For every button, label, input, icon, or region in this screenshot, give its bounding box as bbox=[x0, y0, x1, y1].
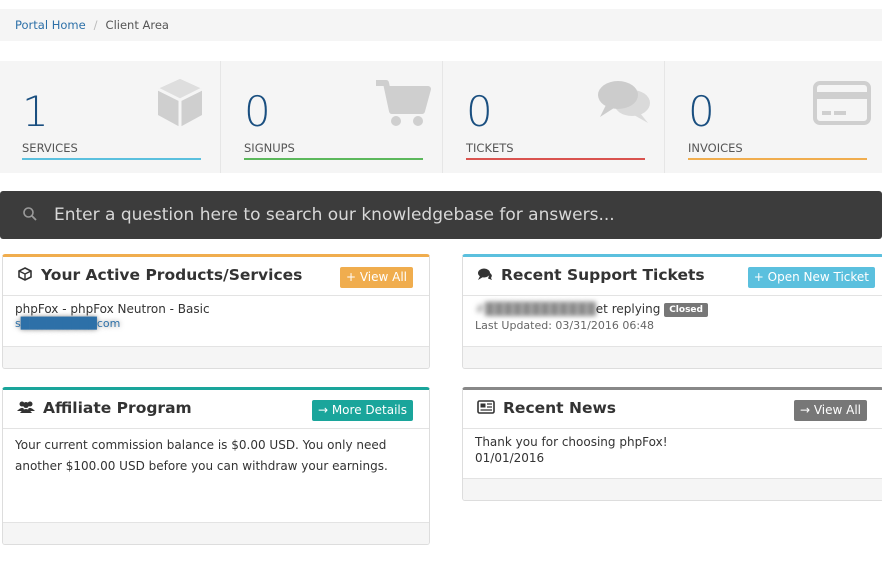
invoices-label: INVOICES bbox=[688, 141, 743, 155]
ticket-subject: et replying bbox=[595, 302, 661, 316]
knowledgebase-search-bar bbox=[0, 191, 882, 239]
panel-footer bbox=[3, 346, 429, 368]
news-list: Thank you for choosing phpFox! 01/01/201… bbox=[463, 428, 882, 478]
panel-title: Recent News bbox=[503, 399, 617, 417]
stat-tile-invoices[interactable]: 0 INVOICES bbox=[666, 61, 882, 173]
news-item-date: 01/01/2016 bbox=[475, 451, 545, 465]
stat-tile-tickets[interactable]: 0 TICKETS bbox=[444, 61, 665, 173]
tickets-label: TICKETS bbox=[466, 141, 514, 155]
view-all-products-button[interactable]: + View All bbox=[339, 267, 413, 288]
signups-label: SIGNUPS bbox=[244, 141, 295, 155]
more-details-button[interactable]: → More Details bbox=[311, 400, 413, 421]
open-new-ticket-button[interactable]: + Open New Ticket bbox=[747, 267, 875, 288]
knowledgebase-search-input[interactable] bbox=[54, 201, 854, 229]
panel-footer bbox=[3, 522, 429, 544]
users-icon bbox=[17, 401, 35, 413]
breadcrumb-current: Client Area bbox=[105, 18, 169, 32]
breadcrumb-separator: / bbox=[93, 18, 98, 32]
ticket-last-updated: Last Updated: 03/31/2016 06:48 bbox=[475, 319, 655, 332]
product-name[interactable]: phpFox - phpFox Neutron - Basic bbox=[15, 302, 417, 316]
panel-header: Recent Support Tickets + Open New Ticket bbox=[463, 257, 882, 295]
services-underline bbox=[22, 158, 201, 160]
cube-icon bbox=[157, 79, 203, 127]
panel-title: Your Active Products/Services bbox=[41, 266, 303, 284]
stat-tile-services[interactable]: 1 SERVICES bbox=[0, 61, 221, 173]
newspaper-icon bbox=[477, 400, 495, 414]
stat-tile-signups[interactable]: 0 SIGNUPS bbox=[222, 61, 443, 173]
stats-row: 1 SERVICES 0 SIGNUPS 0 TICKETS 0 INVOICE… bbox=[0, 61, 882, 173]
breadcrumb: Portal Home / Client Area bbox=[0, 9, 882, 41]
panel-title: Affiliate Program bbox=[43, 399, 192, 417]
credit-card-icon bbox=[813, 81, 871, 125]
product-domain-link[interactable]: s█████████com bbox=[15, 317, 120, 330]
panel-active-products: Your Active Products/Services + View All… bbox=[2, 254, 430, 369]
tickets-list: #████████████et replying Closed Last Upd… bbox=[463, 295, 882, 345]
invoices-count: 0 bbox=[688, 87, 715, 136]
panel-header: Recent News → View All bbox=[463, 390, 882, 428]
cart-icon bbox=[376, 80, 431, 126]
ticket-status-badge: Closed bbox=[664, 303, 708, 317]
products-list: phpFox - phpFox Neutron - Basic s███████… bbox=[3, 295, 429, 345]
panel-title: Recent Support Tickets bbox=[501, 266, 705, 284]
services-label: SERVICES bbox=[22, 141, 78, 155]
tickets-underline bbox=[466, 158, 645, 160]
comments-icon bbox=[478, 268, 492, 280]
search-icon bbox=[23, 207, 37, 221]
panel-affiliate-program: Affiliate Program → More Details Your cu… bbox=[2, 387, 430, 545]
panel-footer bbox=[463, 478, 882, 500]
panel-recent-news: Recent News → View All Thank you for cho… bbox=[462, 387, 882, 501]
comments-icon bbox=[598, 81, 650, 123]
news-item-title[interactable]: Thank you for choosing phpFox! bbox=[475, 435, 871, 449]
breadcrumb-home-link[interactable]: Portal Home bbox=[15, 18, 86, 32]
panel-header: Affiliate Program → More Details bbox=[3, 390, 429, 428]
invoices-underline bbox=[688, 158, 867, 160]
tickets-count: 0 bbox=[466, 87, 493, 136]
panel-footer bbox=[463, 346, 882, 368]
affiliate-balance-text: Your current commission balance is $0.00… bbox=[3, 428, 429, 477]
panel-recent-tickets: Recent Support Tickets + Open New Ticket… bbox=[462, 254, 882, 369]
panel-header: Your Active Products/Services + View All bbox=[3, 257, 429, 295]
ticket-id: #████████████ bbox=[475, 302, 596, 316]
services-count: 1 bbox=[22, 87, 49, 136]
cube-icon bbox=[18, 267, 32, 281]
view-all-news-button[interactable]: → View All bbox=[793, 400, 867, 421]
signups-underline bbox=[244, 158, 423, 160]
ticket-row[interactable]: #████████████et replying Closed bbox=[475, 302, 871, 317]
signups-count: 0 bbox=[244, 87, 271, 136]
